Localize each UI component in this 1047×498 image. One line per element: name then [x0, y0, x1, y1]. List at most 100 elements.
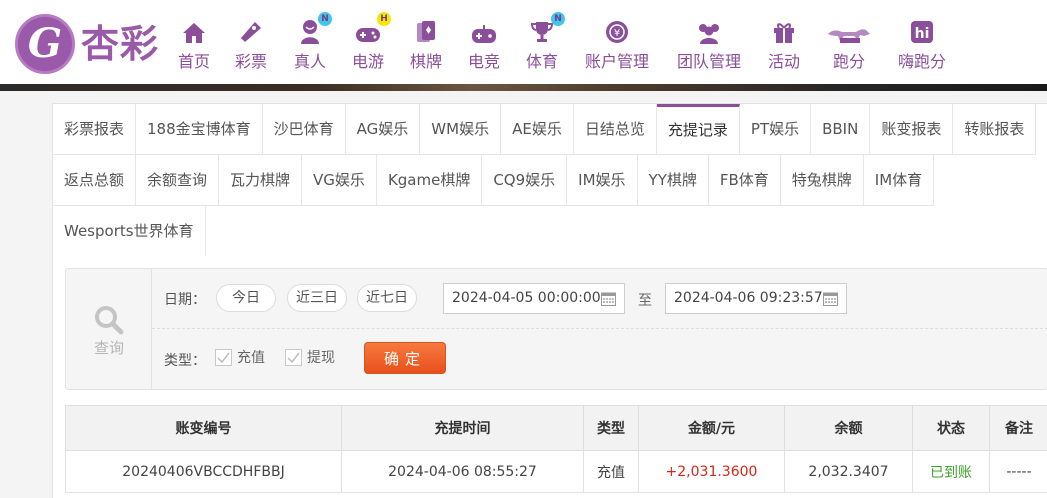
nav-esports[interactable]: 电竞 [466, 18, 502, 71]
nav-run-points[interactable]: 跑分 [824, 18, 874, 71]
nav-hi-run-points[interactable]: hi 嗨跑分 [895, 18, 949, 71]
records-table: 账变编号 充提时间 类型 金额/元 余额 状态 备注 20240406VBCCD… [65, 405, 1047, 493]
calendar-icon[interactable] [601, 291, 616, 306]
tab-balance-query[interactable]: 余额查询 [136, 155, 220, 205]
tab-rebate-total[interactable]: 返点总额 [53, 155, 137, 205]
cards-icon [417, 21, 435, 42]
tab-balance-change-report[interactable]: 账变报表 [870, 104, 954, 154]
tab-ae[interactable]: AE娱乐 [501, 104, 574, 154]
start-date-value: 2024-04-05 00:00:00 [452, 290, 601, 306]
tab-wali-chess[interactable]: 瓦力棋牌 [219, 155, 303, 205]
cell-balance: 2,032.3407 [784, 450, 913, 493]
cell-transaction-id: 20240406VBCCDHFBBJ [65, 450, 342, 493]
trophy-icon [530, 22, 554, 42]
withdraw-checkbox[interactable]: 提现 [285, 347, 335, 367]
col-time[interactable]: 充提时间 [341, 405, 584, 451]
col-balance[interactable]: 余额 [784, 405, 913, 451]
tab-cq9[interactable]: CQ9娱乐 [482, 155, 568, 205]
tab-ag[interactable]: AG娱乐 [345, 104, 421, 154]
col-type[interactable]: 类型 [583, 405, 639, 451]
tab-wesports[interactable]: Wesports世界体育 [53, 206, 206, 256]
banner-strip [0, 84, 1047, 91]
col-amount[interactable]: 金额/元 [638, 405, 785, 451]
date-label: 日期： [164, 292, 206, 308]
check-icon [217, 352, 230, 363]
tab-deposit-withdraw-records[interactable]: 充提记录 [656, 104, 740, 154]
logo-mark-icon: G [15, 14, 75, 74]
site-logo[interactable]: G 杏彩 [15, 12, 165, 76]
gift-icon [774, 23, 794, 43]
cell-time: 2024-04-06 08:55:27 [341, 450, 584, 493]
search-icon [95, 306, 124, 335]
nav-team[interactable]: 团队管理 [674, 18, 744, 71]
col-remark[interactable]: 备注 [989, 405, 1047, 451]
nav-home[interactable]: 首页 [176, 18, 212, 71]
tab-kgame[interactable]: Kgame棋牌 [376, 155, 483, 205]
tab-row: 彩票报表 188金宝博体育 沙巴体育 AG娱乐 WM娱乐 AE娱乐 日结总览 充… [53, 104, 1037, 155]
tab-im-sports[interactable]: IM体育 [863, 155, 935, 205]
svg-text:hi: hi [915, 26, 930, 42]
tab-saba[interactable]: 沙巴体育 [262, 104, 346, 154]
account-icon: ¥ [606, 21, 628, 43]
date-row: 日期： 今日 近三日 近七日 2024-04-05 00:00:00 至 202… [152, 269, 1047, 329]
hot-badge: H [377, 12, 391, 26]
tab-daily-overview[interactable]: 日结总览 [573, 104, 657, 154]
tab-fb-sports[interactable]: FB体育 [708, 155, 781, 205]
svg-text:¥: ¥ [614, 28, 620, 39]
nav-live[interactable]: N 真人 [292, 12, 332, 71]
today-button[interactable]: 今日 [216, 284, 276, 312]
nav-cards[interactable]: 棋牌 [408, 18, 444, 71]
tab-188bet[interactable]: 188金宝博体育 [136, 104, 263, 154]
lottery-ticket-icon [241, 22, 261, 42]
table-row[interactable]: 20240406VBCCDHFBBJ 2024-04-06 08:55:27 充… [65, 450, 1047, 493]
to-label: 至 [638, 293, 652, 309]
tab-bbin[interactable]: BBIN [811, 104, 871, 154]
new-badge: N [551, 12, 565, 26]
last-7-days-button[interactable]: 近七日 [357, 284, 417, 312]
team-icon [699, 24, 719, 44]
watermark [4, 448, 94, 478]
deposit-checkbox[interactable]: 充值 [215, 347, 265, 367]
nav-promotions[interactable]: 活动 [766, 18, 802, 71]
tab-row: Wesports世界体育 [53, 206, 206, 257]
tab-im-entertainment[interactable]: IM娱乐 [567, 155, 638, 205]
last-3-days-button[interactable]: 近三日 [287, 284, 347, 312]
col-transaction-id[interactable]: 账变编号 [65, 405, 342, 451]
submit-button[interactable]: 确定 [364, 342, 446, 374]
nav-lottery[interactable]: 彩票 [233, 18, 269, 71]
checkbox-box[interactable] [285, 348, 302, 366]
cell-remark: ----- [989, 450, 1047, 493]
tab-vg[interactable]: VG娱乐 [302, 155, 377, 205]
tab-wm[interactable]: WM娱乐 [420, 104, 502, 154]
tab-pt[interactable]: PT娱乐 [739, 104, 812, 154]
end-date-value: 2024-04-06 09:23:57 [674, 290, 823, 306]
tab-transfer-report[interactable]: 转账报表 [953, 104, 1037, 154]
cell-type: 充值 [583, 450, 639, 493]
query-side-button[interactable]: 查询 [66, 269, 152, 389]
home-icon [183, 23, 205, 43]
checkbox-box[interactable] [215, 348, 232, 366]
report-panel: 彩票报表 188金宝博体育 沙巴体育 AG娱乐 WM娱乐 AE娱乐 日结总览 充… [52, 103, 1047, 498]
query-form: 查询 日期： 今日 近三日 近七日 2024-04-05 00:00:00 至 … [65, 268, 1047, 390]
tab-yy-chess[interactable]: YY棋牌 [637, 155, 709, 205]
end-date-input[interactable]: 2024-04-06 09:23:57 [665, 283, 847, 314]
cell-amount: +2,031.3600 [638, 450, 785, 493]
new-badge: N [318, 12, 332, 26]
col-status[interactable]: 状态 [912, 405, 990, 451]
nav-sports[interactable]: N 体育 [524, 12, 565, 71]
logo-text: 杏彩 [81, 22, 160, 66]
tab-tetu-chess[interactable]: 特兔棋牌 [780, 155, 864, 205]
gamepad-icon [356, 28, 380, 42]
calendar-icon[interactable] [823, 291, 838, 306]
nav-account[interactable]: ¥ 账户管理 [582, 18, 652, 71]
deposit-label: 充值 [237, 350, 265, 366]
esports-controller-icon [472, 25, 496, 43]
type-label: 类型： [164, 353, 206, 369]
cell-status: 已到账 [912, 450, 990, 493]
tab-lottery-report[interactable]: 彩票报表 [53, 104, 137, 154]
start-date-input[interactable]: 2024-04-05 00:00:00 [443, 283, 625, 314]
withdraw-label: 提现 [307, 350, 335, 366]
query-label: 查询 [93, 339, 124, 357]
table-header-row: 账变编号 充提时间 类型 金额/元 余额 状态 备注 [65, 405, 1047, 451]
nav-slots[interactable]: H 电游 [350, 12, 391, 71]
